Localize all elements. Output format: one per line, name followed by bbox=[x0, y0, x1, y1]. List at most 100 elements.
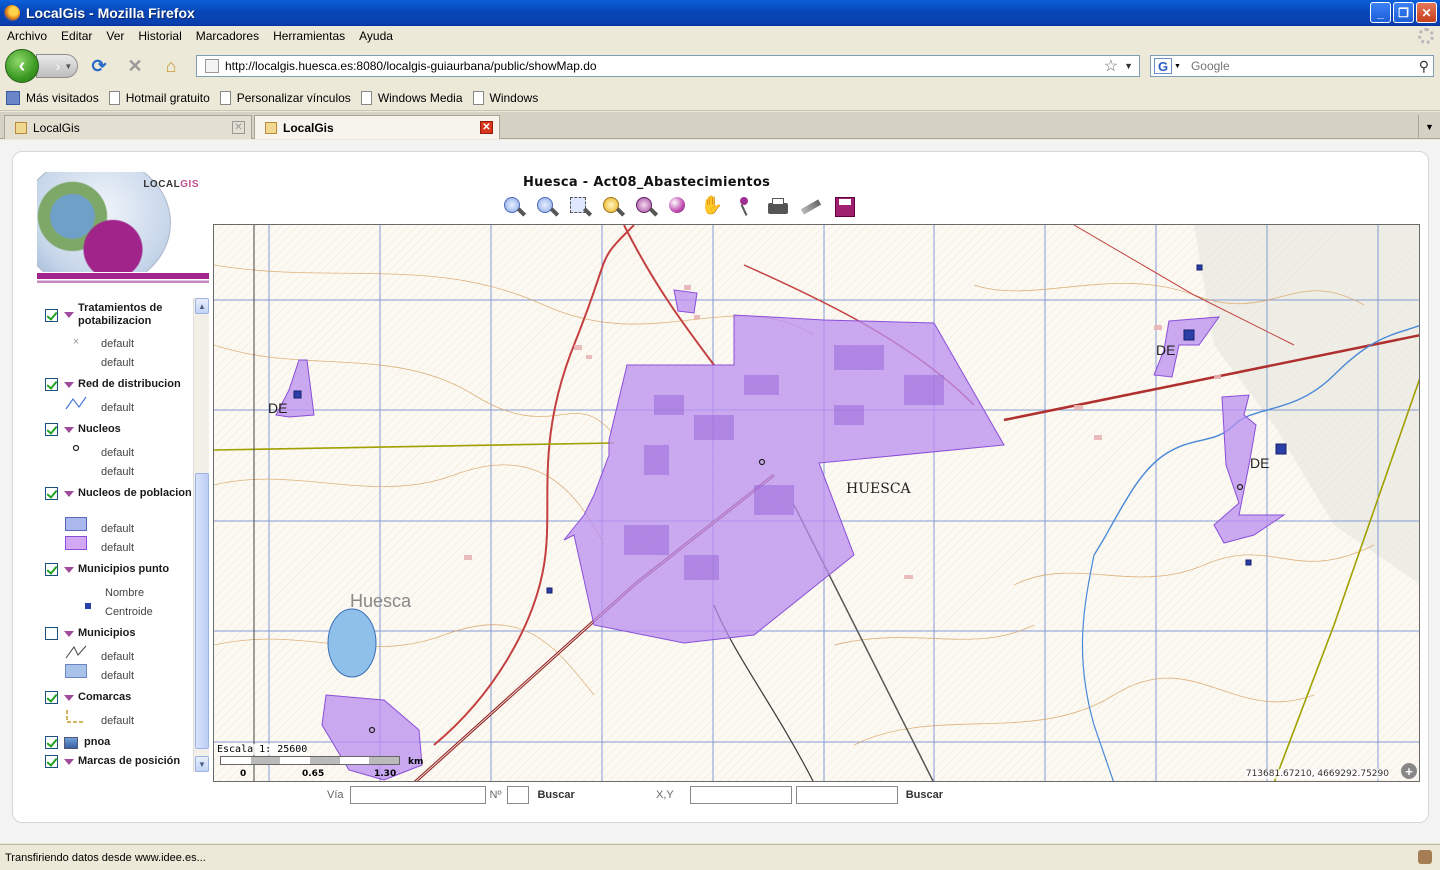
localgis-favicon-icon bbox=[265, 121, 277, 134]
title-bar: LocalGis - Mozilla Firefox _ ❐ ✕ bbox=[0, 0, 1440, 26]
zoom-extent-icon[interactable] bbox=[600, 195, 626, 219]
via-input[interactable] bbox=[349, 786, 486, 804]
url-dropdown-icon[interactable]: ▼ bbox=[1124, 61, 1133, 71]
wms-layer-icon bbox=[64, 736, 78, 749]
page-icon bbox=[219, 91, 231, 105]
expand-triangle-icon[interactable] bbox=[64, 630, 74, 637]
expand-triangle-icon[interactable] bbox=[64, 758, 74, 765]
x-input[interactable] bbox=[689, 786, 792, 804]
expand-triangle-icon[interactable] bbox=[64, 312, 74, 318]
y-input[interactable] bbox=[795, 786, 898, 804]
status-bar: Transfiriendo datos desde www.idee.es... bbox=[0, 844, 1440, 870]
legend-item: default bbox=[101, 357, 135, 369]
pan-hand-icon[interactable]: ✋ bbox=[699, 195, 725, 219]
expand-triangle-icon[interactable] bbox=[64, 490, 74, 497]
expand-triangle-icon[interactable] bbox=[64, 381, 74, 388]
restore-button[interactable]: ❐ bbox=[1393, 2, 1414, 23]
overview-toggle-icon[interactable]: + bbox=[1401, 763, 1417, 779]
back-button[interactable]: ‹ bbox=[5, 49, 39, 83]
bookmark-personalizar[interactable]: Personalizar vínculos bbox=[219, 91, 351, 105]
menu-archivo[interactable]: Archivo bbox=[0, 29, 54, 43]
map-label-huesca: Huesca bbox=[350, 591, 412, 611]
home-icon[interactable]: ⌂ bbox=[161, 56, 181, 76]
save-icon[interactable] bbox=[831, 195, 857, 219]
scroll-down-icon[interactable]: ▼ bbox=[195, 756, 209, 772]
legend-scrollbar[interactable]: ▲ ▼ bbox=[193, 298, 209, 772]
dashed-boundary-icon bbox=[66, 710, 85, 723]
smart-folder-icon bbox=[6, 91, 20, 105]
print-icon[interactable] bbox=[765, 195, 791, 219]
layer-checkbox[interactable] bbox=[45, 563, 58, 576]
close-tab-icon[interactable]: ✕ bbox=[232, 121, 245, 134]
bookmark-windows[interactable]: Windows bbox=[472, 91, 538, 105]
layer-checkbox[interactable] bbox=[45, 627, 58, 640]
bookmark-star-icon[interactable]: ☆ bbox=[1104, 56, 1118, 76]
forward-button[interactable]: › ▼ bbox=[36, 54, 78, 78]
cross-symbol-icon: × bbox=[72, 336, 80, 348]
menu-editar[interactable]: Editar bbox=[54, 29, 99, 43]
legend-item: default bbox=[101, 447, 135, 459]
layer-tratamientos: Tratamientos de potabilizacion bbox=[45, 302, 195, 328]
tab-localgis-1[interactable]: LocalGis ✕ bbox=[4, 115, 252, 139]
zoom-out-icon[interactable] bbox=[534, 195, 560, 219]
xy-label: X,Y bbox=[656, 789, 674, 801]
scroll-up-icon[interactable]: ▲ bbox=[195, 298, 209, 314]
legend-item: default bbox=[101, 715, 135, 727]
search-bar[interactable]: G ▼ ⚲ bbox=[1150, 55, 1434, 77]
buscar-xy-button[interactable]: Buscar bbox=[906, 789, 943, 801]
close-tab-icon[interactable]: ✕ bbox=[480, 121, 493, 134]
expand-triangle-icon[interactable] bbox=[64, 426, 74, 433]
place-pin-icon[interactable] bbox=[732, 195, 758, 219]
addon-status-icon[interactable] bbox=[1418, 850, 1432, 864]
expand-triangle-icon[interactable] bbox=[64, 566, 74, 573]
zoom-box-icon[interactable] bbox=[567, 195, 593, 219]
scale-bar bbox=[220, 756, 400, 765]
localgis-favicon-icon bbox=[15, 121, 27, 134]
menu-marcadores[interactable]: Marcadores bbox=[189, 29, 266, 43]
buscar-via-button[interactable]: Buscar bbox=[537, 789, 574, 801]
layer-checkbox[interactable] bbox=[45, 378, 58, 391]
menu-historial[interactable]: Historial bbox=[131, 29, 188, 43]
layer-marcas-posicion: Marcas de posición bbox=[45, 755, 180, 768]
zoom-previous-icon[interactable] bbox=[633, 195, 659, 219]
scale-unit: km bbox=[408, 757, 424, 767]
street-search: Vía Nº Buscar bbox=[327, 786, 575, 804]
close-window-button[interactable]: ✕ bbox=[1416, 2, 1437, 23]
firefox-icon bbox=[4, 5, 20, 21]
legend-item: default bbox=[101, 402, 135, 414]
layer-checkbox[interactable] bbox=[45, 736, 58, 749]
globe-icon[interactable] bbox=[666, 195, 692, 219]
tab-list-dropdown-icon[interactable]: ▼ bbox=[1418, 115, 1440, 139]
bookmark-mas-visitados[interactable]: Más visitados bbox=[6, 91, 99, 105]
reload-icon[interactable]: ⟳ bbox=[89, 56, 109, 76]
number-input[interactable] bbox=[507, 786, 530, 804]
tab-localgis-2[interactable]: LocalGis ✕ bbox=[254, 115, 500, 139]
layer-checkbox[interactable] bbox=[45, 423, 58, 436]
layer-municipios-punto: Municipios punto bbox=[45, 563, 169, 576]
minimize-button[interactable]: _ bbox=[1370, 2, 1391, 23]
measure-icon[interactable] bbox=[798, 195, 824, 219]
scroll-thumb[interactable] bbox=[195, 473, 209, 749]
url-bar[interactable]: ☆ ▼ bbox=[196, 55, 1140, 77]
search-engine-icon[interactable]: G bbox=[1154, 58, 1172, 74]
layer-checkbox[interactable] bbox=[45, 308, 58, 322]
stop-icon[interactable]: ✕ bbox=[125, 56, 145, 76]
bookmark-hotmail[interactable]: Hotmail gratuito bbox=[108, 91, 210, 105]
map-canvas[interactable]: HUESCA Huesca DE DE DE Escala 1: 25600 0… bbox=[213, 224, 1420, 782]
layer-checkbox[interactable] bbox=[45, 691, 58, 704]
menu-ver[interactable]: Ver bbox=[99, 29, 131, 43]
bookmarks-bar: Más visitados Hotmail gratuito Personali… bbox=[0, 86, 1440, 111]
expand-triangle-icon[interactable] bbox=[64, 694, 74, 701]
tab-strip: LocalGis ✕ LocalGis ✕ ▼ bbox=[0, 112, 1440, 139]
menu-ayuda[interactable]: Ayuda bbox=[352, 29, 400, 43]
menu-herramientas[interactable]: Herramientas bbox=[266, 29, 352, 43]
layer-checkbox[interactable] bbox=[45, 755, 58, 768]
search-magnifier-icon[interactable]: ⚲ bbox=[1419, 58, 1429, 75]
search-input[interactable] bbox=[1190, 59, 1419, 73]
zoom-in-icon[interactable] bbox=[501, 195, 527, 219]
url-input[interactable] bbox=[225, 59, 1104, 73]
layer-checkbox[interactable] bbox=[45, 487, 58, 500]
bookmark-windows-media[interactable]: Windows Media bbox=[360, 91, 463, 105]
map-label-huesca-upper: HUESCA bbox=[846, 481, 912, 497]
map-toolbar: ✋ bbox=[501, 195, 857, 219]
